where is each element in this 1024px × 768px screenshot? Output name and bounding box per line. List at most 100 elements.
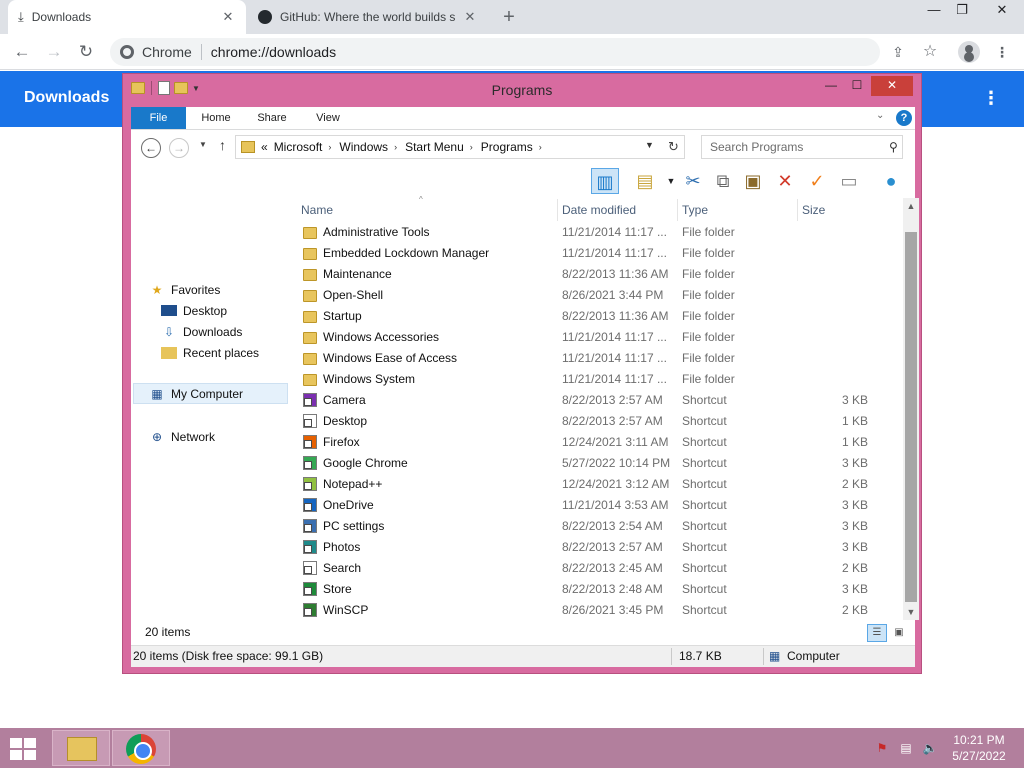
breadcrumb-windows[interactable]: Windows — [339, 140, 388, 154]
file-row[interactable]: Windows Ease of Access 11/21/2014 11:17 .… — [297, 348, 887, 369]
column-header-size[interactable]: Size — [798, 199, 876, 221]
minimize-button[interactable]: — — [819, 76, 843, 96]
details-view-icon[interactable]: ☰ — [867, 624, 887, 642]
file-row[interactable]: PC settings 8/22/2013 2:54 AM Shortcut 3 KB — [297, 516, 887, 537]
properties-icon[interactable]: ▤ — [631, 168, 659, 194]
file-row[interactable]: Search 8/22/2013 2:45 AM Shortcut 2 KB — [297, 558, 887, 579]
menu-kebab-icon[interactable]: ⋮ — [992, 42, 1012, 62]
network-icon: ⊕ — [151, 429, 163, 444]
rename-icon[interactable]: ▭ — [835, 168, 863, 194]
column-header-type[interactable]: Type — [678, 199, 798, 221]
file-row[interactable]: Windows System 11/21/2014 11:17 ... File f… — [297, 369, 887, 390]
nav-favorites[interactable]: ★ Favorites — [149, 279, 221, 300]
taskbar-chrome-button[interactable] — [112, 730, 170, 766]
help-icon[interactable]: ? — [896, 110, 912, 126]
back-button[interactable]: ← — [141, 138, 161, 158]
nav-label: Desktop — [183, 303, 228, 318]
tab-file[interactable]: File — [131, 107, 186, 129]
breadcrumb-microsoft[interactable]: Microsoft — [274, 140, 323, 154]
file-row[interactable]: Windows Accessories 11/21/2014 11:17 ... F… — [297, 327, 887, 348]
tab-view[interactable]: View — [305, 107, 351, 129]
chevron-right-icon[interactable]: › — [539, 142, 542, 152]
tab-share[interactable]: Share — [249, 107, 295, 129]
expand-ribbon-icon[interactable]: ⌄ — [876, 110, 884, 121]
address-bar[interactable]: « Microsoft › Windows › Start Menu › Pro… — [235, 135, 685, 159]
scroll-thumb[interactable] — [905, 232, 917, 602]
close-button[interactable]: ✕ — [871, 76, 913, 96]
file-row[interactable]: Store 8/22/2013 2:48 AM Shortcut 3 KB — [297, 579, 887, 600]
recent-locations-icon[interactable]: ▼ — [199, 140, 207, 149]
nav-downloads[interactable]: ⇩ Downloads — [161, 321, 242, 342]
omnibox-url[interactable]: chrome://downloads — [211, 44, 336, 60]
restore-button[interactable]: ❐ — [946, 0, 978, 22]
action-center-flag-icon[interactable]: ⚑ — [874, 740, 890, 756]
clock[interactable]: 10:21 PM 5/27/2022 — [944, 732, 1014, 764]
share-icon[interactable]: ⇪ — [888, 42, 908, 62]
up-button[interactable]: ↑ — [219, 137, 226, 153]
close-window-button[interactable]: ✕ — [986, 0, 1018, 22]
forward-button[interactable]: → — [42, 40, 66, 64]
select-checkmark-icon[interactable]: ✓ — [803, 168, 831, 194]
network-tray-icon[interactable]: ▤ — [898, 740, 914, 756]
bookmark-star-icon[interactable]: ☆ — [920, 42, 940, 62]
large-icons-view-icon[interactable]: ▣ — [889, 624, 909, 642]
breadcrumb-start-menu[interactable]: Start Menu — [405, 140, 464, 154]
tab-github[interactable]: GitHub: Where the world builds s ✕ — [248, 0, 488, 34]
file-row[interactable]: Desktop 8/22/2013 2:57 AM Shortcut 1 KB — [297, 411, 887, 432]
explorer-titlebar[interactable]: ▼ Programs — ☐ ✕ — [123, 74, 921, 104]
file-row[interactable]: Administrative Tools 11/21/2014 11:17 ...… — [297, 222, 887, 243]
close-tab-icon[interactable]: ✕ — [220, 9, 236, 25]
nav-desktop[interactable]: Desktop — [161, 300, 227, 321]
file-name: Camera — [323, 393, 366, 407]
cut-icon[interactable]: ✂ — [679, 168, 707, 194]
address-bar[interactable]: Chrome chrome://downloads — [110, 38, 880, 66]
explorer-window: ▼ Programs — ☐ ✕ File Home Share View ⌄ … — [122, 73, 922, 674]
back-button[interactable]: ← — [10, 40, 34, 64]
nav-network[interactable]: ⊕ Network — [149, 426, 215, 447]
vertical-scrollbar[interactable]: ▲ ▼ — [903, 198, 919, 620]
file-row[interactable]: Photos 8/22/2013 2:57 AM Shortcut 3 KB — [297, 537, 887, 558]
preview-pane-icon[interactable]: ▥ — [591, 168, 619, 194]
file-row[interactable]: Notepad++ 12/24/2021 3:12 AM Shortcut 2 KB — [297, 474, 887, 495]
file-row[interactable]: Open-Shell 8/26/2021 3:44 PM File folder — [297, 285, 887, 306]
file-row[interactable]: Firefox 12/24/2021 3:11 AM Shortcut 1 KB — [297, 432, 887, 453]
globe-icon[interactable]: ● — [877, 168, 905, 194]
nav-recent-places[interactable]: Recent places — [161, 342, 259, 363]
maximize-button[interactable]: ☐ — [845, 76, 869, 96]
volume-muted-icon[interactable]: 🔈 — [922, 740, 938, 756]
tab-downloads[interactable]: ⤓ Downloads ✕ — [8, 0, 246, 34]
chevron-right-icon[interactable]: › — [394, 142, 397, 152]
refresh-button[interactable]: ↻ — [663, 135, 685, 159]
file-name: PC settings — [323, 519, 385, 533]
breadcrumb-overflow[interactable]: « — [261, 140, 268, 154]
file-row[interactable]: Camera 8/22/2013 2:57 AM Shortcut 3 KB — [297, 390, 887, 411]
scroll-down-icon[interactable]: ▼ — [903, 604, 919, 620]
column-header-name[interactable]: Name — [297, 199, 558, 221]
delete-icon[interactable]: ✕ — [771, 168, 799, 194]
paste-icon[interactable]: ▣ — [739, 168, 767, 194]
chevron-right-icon[interactable]: › — [470, 142, 473, 152]
file-row[interactable]: Google Chrome 5/27/2022 10:14 PM Shortcut 3… — [297, 453, 887, 474]
breadcrumb-programs[interactable]: Programs — [481, 140, 533, 154]
search-input[interactable]: Search Programs — [701, 135, 903, 159]
copy-icon[interactable]: ⧉ — [709, 168, 737, 194]
file-row[interactable]: Maintenance 8/22/2013 11:36 AM File folder — [297, 264, 887, 285]
reload-button[interactable]: ↻ — [74, 40, 98, 64]
taskbar-explorer-button[interactable] — [52, 730, 110, 766]
column-header-date[interactable]: Date modified — [558, 199, 678, 221]
scroll-up-icon[interactable]: ▲ — [903, 198, 919, 214]
new-tab-button[interactable]: + — [498, 7, 520, 29]
more-actions-icon[interactable]: ⋮ — [982, 87, 1000, 111]
chevron-right-icon[interactable]: › — [328, 142, 331, 152]
profile-avatar[interactable] — [958, 41, 980, 63]
start-button[interactable] — [10, 738, 38, 760]
nav-my-computer[interactable]: ▦ My Computer — [133, 383, 288, 404]
address-dropdown-icon[interactable]: ▼ — [645, 140, 654, 150]
file-row[interactable]: Startup 8/22/2013 11:36 AM File folder — [297, 306, 887, 327]
file-row[interactable]: OneDrive 11/21/2014 3:53 AM Shortcut 3 KB — [297, 495, 887, 516]
forward-button[interactable]: → — [169, 138, 189, 158]
file-row[interactable]: Embedded Lockdown Manager 11/21/2014 11:1… — [297, 243, 887, 264]
tab-home[interactable]: Home — [193, 107, 239, 129]
file-row[interactable]: WinSCP 8/26/2021 3:45 PM Shortcut 2 KB — [297, 600, 887, 621]
close-tab-icon[interactable]: ✕ — [462, 9, 478, 25]
